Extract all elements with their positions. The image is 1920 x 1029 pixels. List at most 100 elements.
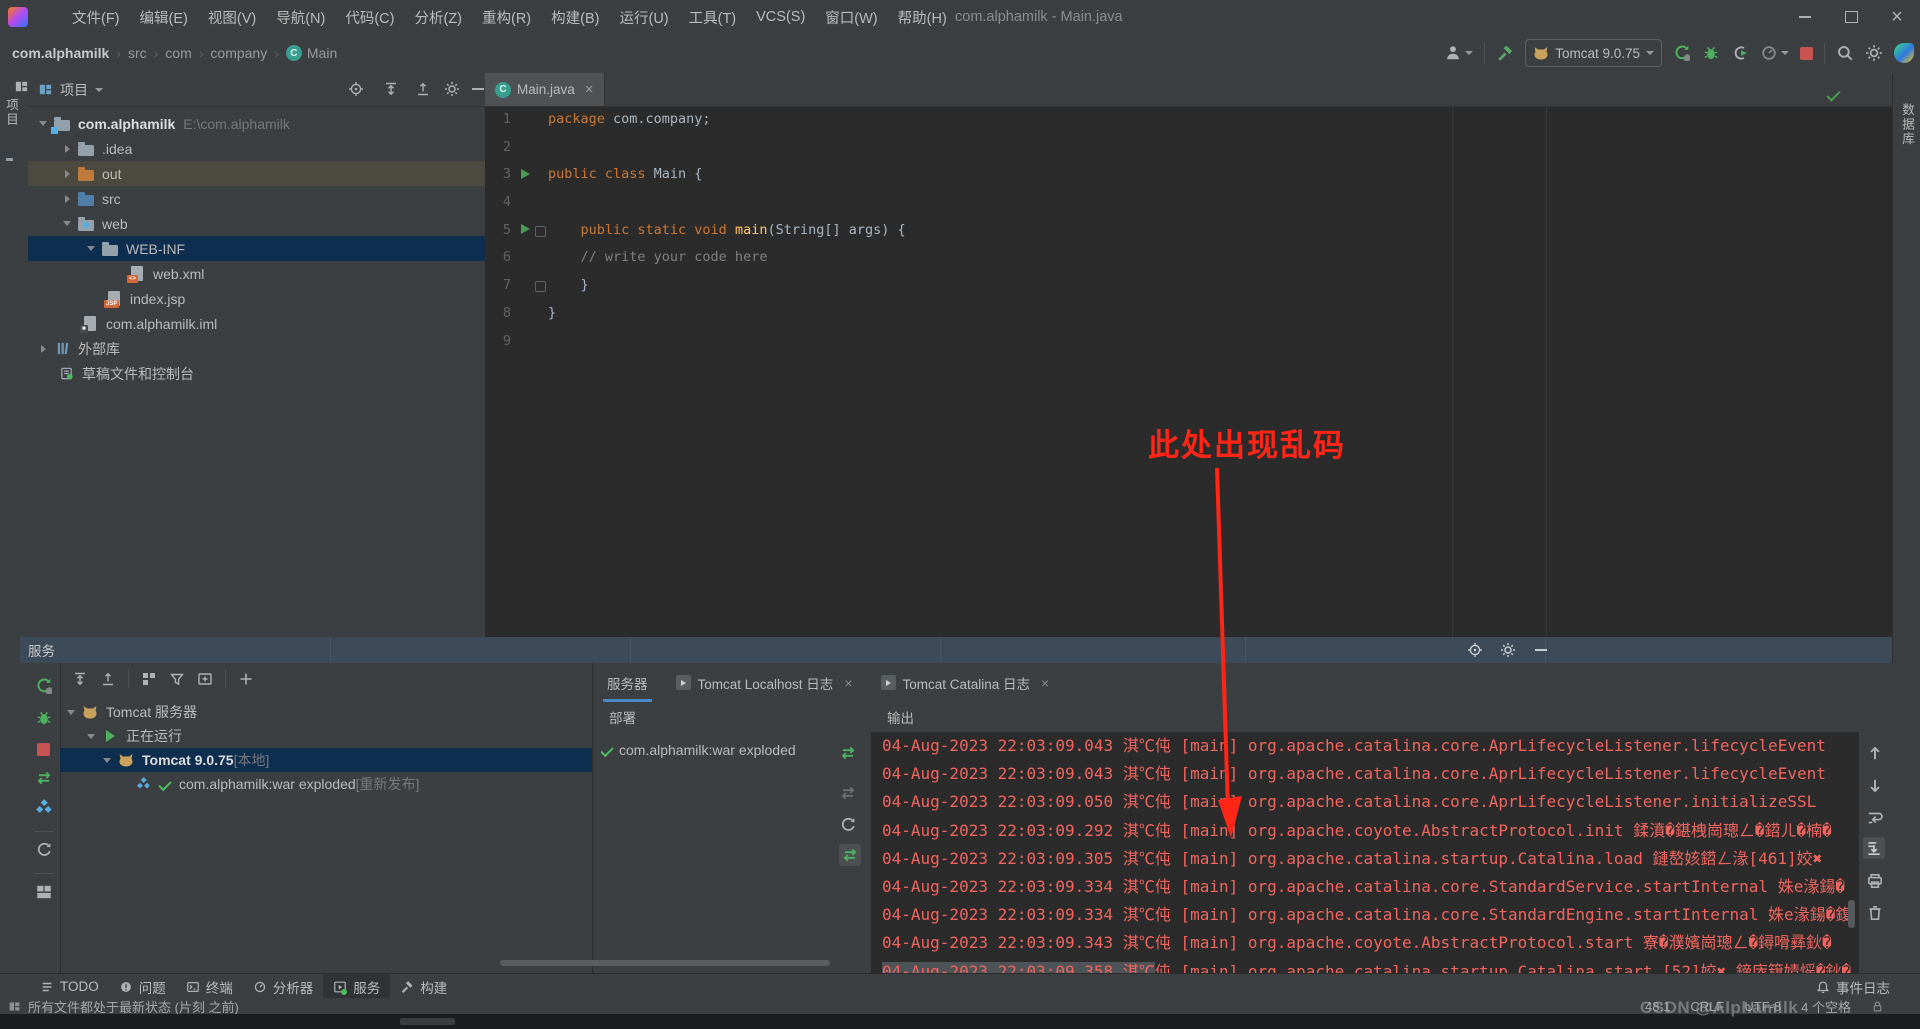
- run-class-gutter-icon[interactable]: [521, 169, 530, 179]
- toolwindow-services[interactable]: 服务: [323, 974, 390, 999]
- expand-all-button[interactable]: [72, 671, 88, 687]
- tree-row-idea[interactable]: .idea: [58, 136, 485, 161]
- code-line[interactable]: 7 }: [485, 272, 1892, 300]
- tree-row-out[interactable]: out: [28, 161, 485, 186]
- menu-build[interactable]: 构建(B): [541, 7, 609, 28]
- print-icon[interactable]: [1866, 872, 1884, 890]
- toolwindow-profiler[interactable]: 分析器: [243, 974, 324, 999]
- build-hammer-icon[interactable]: [1496, 44, 1514, 62]
- expand-all-button[interactable]: [383, 81, 399, 97]
- ide-colorful-icon[interactable]: [1894, 43, 1914, 63]
- chevron-down-icon[interactable]: [98, 758, 116, 763]
- rerun-server-button[interactable]: [35, 677, 53, 695]
- prev-message-up-icon[interactable]: [1866, 744, 1884, 762]
- search-everywhere-button[interactable]: [1836, 44, 1854, 62]
- chevron-right-icon[interactable]: [58, 170, 76, 178]
- chevron-right-icon[interactable]: [58, 195, 76, 203]
- menu-tools[interactable]: 工具(T): [679, 7, 747, 28]
- menu-analyze[interactable]: 分析(Z): [404, 7, 472, 28]
- tab-main-java[interactable]: C Main.java ×: [485, 73, 605, 106]
- tree-row-iml[interactable]: ■ com.alphamilk.iml: [80, 311, 485, 336]
- artifact-diamonds-icon[interactable]: [35, 799, 53, 817]
- profiler-button[interactable]: [1760, 44, 1789, 62]
- tab-close-icon[interactable]: ×: [844, 675, 852, 691]
- breadcrumb-src[interactable]: src: [128, 45, 147, 61]
- code-line[interactable]: 3public class Main {: [485, 161, 1892, 189]
- fold-marker-icon[interactable]: [535, 281, 546, 292]
- breadcrumb-com[interactable]: com: [165, 45, 191, 61]
- soft-wrap-icon[interactable]: [1866, 809, 1884, 827]
- tree-row-web-inf[interactable]: WEB-INF: [28, 236, 485, 261]
- add-service-button[interactable]: [238, 671, 254, 687]
- menu-navigate[interactable]: 导航(N): [266, 7, 335, 28]
- fold-marker-icon[interactable]: [535, 226, 546, 237]
- menu-window[interactable]: 窗口(W): [815, 7, 887, 28]
- panel-settings-gear-icon[interactable]: [1500, 642, 1516, 658]
- stop-button[interactable]: [1800, 47, 1813, 60]
- chevron-down-icon[interactable]: [82, 734, 100, 739]
- code-line[interactable]: 1package com.company;: [485, 106, 1892, 134]
- menu-file[interactable]: 文件(F): [62, 7, 130, 28]
- stripe-tab-database[interactable]: 数据库: [1898, 83, 1920, 147]
- add-frame-button[interactable]: [197, 671, 213, 687]
- run-configuration-select[interactable]: Tomcat 9.0.75: [1525, 39, 1662, 67]
- code-line[interactable]: 6 // write your code here: [485, 244, 1892, 272]
- services-row-running[interactable]: 正在运行: [60, 724, 592, 748]
- tab-tomcat-localhost-log[interactable]: Tomcat Localhost 日志 ×: [662, 663, 867, 702]
- tree-row-web[interactable]: web: [58, 211, 485, 236]
- toolwindow-problems[interactable]: 问题: [109, 974, 176, 999]
- menu-help[interactable]: 帮助(H): [888, 7, 957, 28]
- chevron-down-icon[interactable]: [62, 710, 80, 715]
- debug-button[interactable]: [1702, 44, 1720, 62]
- stop-server-button[interactable]: [37, 743, 50, 756]
- chevron-right-icon[interactable]: [58, 145, 76, 153]
- hide-panel-button[interactable]: [472, 88, 484, 90]
- settings-gear-button[interactable]: [1865, 44, 1883, 62]
- group-by-button[interactable]: [141, 671, 157, 687]
- dashboard-layout-button[interactable]: [35, 883, 53, 901]
- deploy-swap-icon[interactable]: [839, 744, 857, 762]
- locate-button[interactable]: [1467, 642, 1483, 658]
- rerun-server-button[interactable]: [1673, 44, 1691, 62]
- clear-trash-icon[interactable]: [1866, 904, 1884, 922]
- indent-setting[interactable]: 4 个空格: [1801, 997, 1851, 1016]
- breadcrumb-company[interactable]: company: [210, 45, 267, 61]
- services-row-tomcat-9075[interactable]: Tomcat 9.0.75 [本地]: [60, 748, 592, 772]
- maximize-button[interactable]: [1828, 0, 1874, 34]
- tab-close-icon[interactable]: ×: [585, 81, 594, 98]
- code-line[interactable]: 5 public static void main(String[] args)…: [485, 217, 1892, 245]
- horizontal-scrollbar[interactable]: [500, 960, 830, 966]
- toolwindow-todo[interactable]: TODO: [30, 974, 109, 999]
- hide-panel-button[interactable]: [1535, 649, 1547, 651]
- chevron-down-icon[interactable]: [82, 246, 100, 251]
- connect-swap-icon-disabled[interactable]: [839, 784, 857, 802]
- console-vertical-scrollbar[interactable]: [1848, 900, 1855, 928]
- menu-vcs[interactable]: VCS(S): [746, 9, 815, 25]
- minimize-button[interactable]: [1782, 0, 1828, 34]
- chevron-right-icon[interactable]: [34, 345, 52, 353]
- next-message-down-icon[interactable]: [1866, 777, 1884, 795]
- toolwindow-event-log[interactable]: 事件日志: [1816, 977, 1890, 997]
- collapse-all-button[interactable]: [415, 81, 431, 97]
- services-row-war-exploded[interactable]: com.alphamilk:war exploded [重新发布]: [60, 772, 592, 796]
- menu-view[interactable]: 视图(V): [198, 7, 266, 28]
- run-main-gutter-icon[interactable]: [521, 224, 530, 234]
- chevron-down-icon[interactable]: [58, 221, 76, 226]
- toolwindow-terminal[interactable]: 终端: [176, 974, 243, 999]
- tree-row-web-xml[interactable]: <> web.xml: [127, 261, 485, 286]
- code-line[interactable]: 8}: [485, 300, 1892, 328]
- menu-refactor[interactable]: 重构(R): [472, 7, 541, 28]
- profile-button[interactable]: [1444, 44, 1473, 62]
- services-row-tomcat-server[interactable]: Tomcat 服务器: [60, 700, 592, 724]
- chevron-down-icon[interactable]: [34, 121, 52, 126]
- code-line[interactable]: 9: [485, 328, 1892, 356]
- code-line[interactable]: 2: [485, 134, 1892, 162]
- services-panel-header[interactable]: 服务: [20, 637, 1892, 663]
- panel-settings-gear-icon[interactable]: [444, 81, 460, 97]
- locate-file-button[interactable]: [348, 81, 364, 97]
- hot-swap-button-active[interactable]: [839, 844, 861, 866]
- breadcrumb-project[interactable]: com.alphamilk: [12, 45, 109, 61]
- collapse-all-button[interactable]: [100, 671, 116, 687]
- deployment-item[interactable]: com.alphamilk:war exploded: [601, 742, 811, 758]
- tree-row-external-libraries[interactable]: 外部库: [34, 336, 485, 361]
